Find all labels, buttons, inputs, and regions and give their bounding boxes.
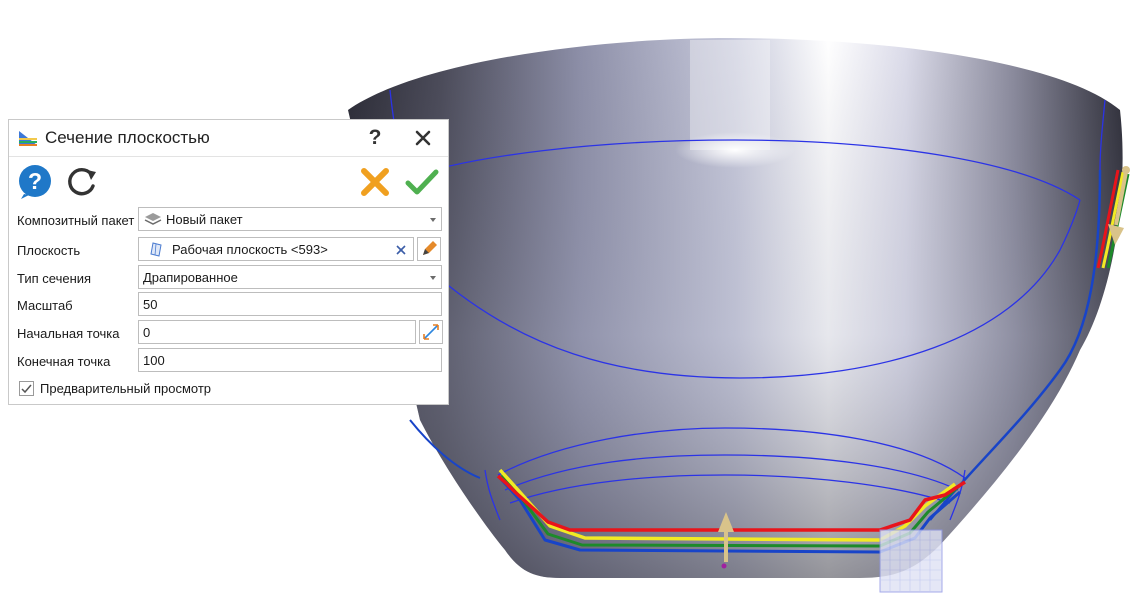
end-point-input[interactable]: 100	[138, 348, 442, 372]
layer-stack-icon	[144, 213, 162, 225]
refresh-icon[interactable]	[65, 164, 101, 200]
preview-checkbox[interactable]	[19, 381, 34, 396]
preview-label: Предварительный просмотр	[40, 381, 212, 396]
svg-text:?: ?	[28, 168, 42, 194]
cancel-x-icon[interactable]	[357, 164, 393, 200]
composite-package-label: Композитный пакет	[17, 213, 135, 228]
plane-label: Плоскость	[17, 243, 81, 258]
pencil-icon	[423, 241, 437, 255]
dialog-titlebar: Сечение плоскостью ?	[9, 120, 448, 157]
dialog-title: Сечение плоскостью	[45, 128, 210, 147]
section-type-value: Драпированное	[143, 270, 238, 285]
scale-label: Масштаб	[17, 298, 73, 313]
plane-value: Рабочая плоскость <593>	[172, 242, 328, 257]
chevron-down-icon	[430, 276, 436, 280]
plane-icon	[150, 242, 162, 257]
end-point-value: 100	[143, 353, 165, 368]
scale-value: 50	[143, 297, 158, 312]
end-point-label: Конечная точка	[17, 354, 111, 369]
pick-point-button[interactable]	[419, 320, 443, 344]
start-point-value: 0	[143, 325, 151, 340]
composite-package-value: Новый пакет	[166, 212, 243, 227]
plane-field[interactable]: Рабочая плоскость <593>	[138, 237, 414, 261]
section-icon	[19, 131, 37, 146]
help-bubble-icon[interactable]: ?	[17, 164, 53, 200]
composite-package-dropdown[interactable]: Новый пакет	[138, 207, 442, 231]
clear-selection-icon[interactable]	[395, 244, 407, 256]
close-icon[interactable]	[409, 124, 437, 152]
chevron-down-icon	[430, 218, 436, 222]
help-button[interactable]: ?	[361, 124, 389, 152]
pick-point-icon	[423, 324, 439, 340]
plane-grid	[879, 529, 943, 593]
scale-input[interactable]: 50	[138, 292, 442, 316]
start-point-label: Начальная точка	[17, 326, 120, 341]
checkmark-icon[interactable]	[404, 164, 440, 200]
section-type-label: Тип сечения	[17, 271, 92, 286]
section-by-plane-dialog: Сечение плоскостью ? ? Композитный пакет…	[8, 119, 449, 405]
start-point-input[interactable]: 0	[138, 320, 416, 344]
section-type-dropdown[interactable]: Драпированное	[138, 265, 442, 289]
check-icon	[21, 384, 32, 394]
edit-plane-button[interactable]	[417, 237, 441, 261]
